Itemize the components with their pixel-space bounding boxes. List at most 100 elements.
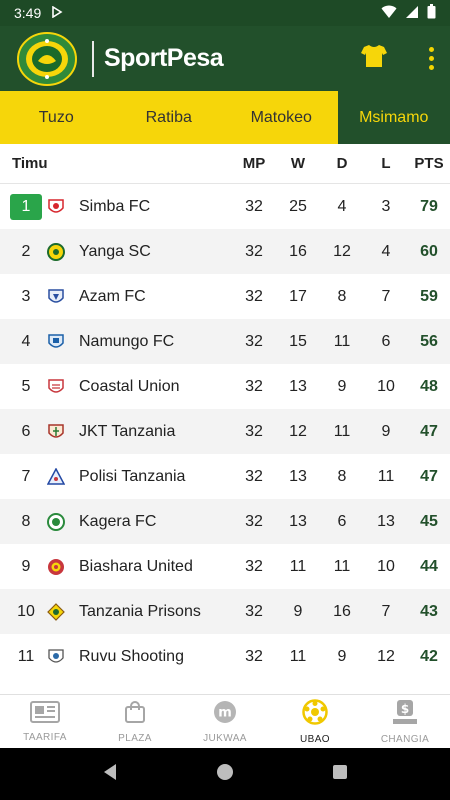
cell-l: 12	[377, 647, 395, 665]
nav-jukwaa[interactable]: m JUKWAA	[180, 695, 270, 748]
nav-changia[interactable]: $ CHANGIA	[360, 695, 450, 748]
team-name: Coastal Union	[79, 377, 180, 395]
team-logo-icon	[47, 557, 65, 577]
tab-tuzo[interactable]: Tuzo	[0, 91, 113, 144]
table-row[interactable]: 9 Biashara United 32 11 11 10 44	[0, 544, 450, 589]
nav-plaza[interactable]: PLAZA	[90, 695, 180, 748]
cell-mp: 32	[245, 332, 263, 350]
team-logo-icon	[47, 647, 65, 667]
cell-d: 8	[337, 287, 347, 305]
table-row[interactable]: 3 Azam FC 32 17 8 7 59	[0, 274, 450, 319]
nav-ubao[interactable]: UBAO	[270, 695, 360, 748]
table-row[interactable]: 4 Namungo FC 32 15 11 6 56	[0, 319, 450, 364]
nav-taarifa[interactable]: TAARIFA	[0, 695, 90, 748]
cell-pts: 45	[420, 512, 438, 530]
team-name: Azam FC	[79, 287, 146, 305]
tab-bar: Tuzo Ratiba Matokeo Msimamo	[0, 91, 450, 144]
jersey-icon[interactable]	[361, 44, 387, 73]
cell-pts: 47	[420, 422, 438, 440]
team-name: Namungo FC	[79, 332, 175, 350]
tab-matokeo[interactable]: Matokeo	[225, 91, 338, 144]
table-row[interactable]: 10 Tanzania Prisons 32 9 16 7 43	[0, 589, 450, 634]
svg-text:m: m	[218, 705, 232, 720]
nav-label: PLAZA	[118, 732, 152, 744]
position-badge: 8	[21, 512, 31, 530]
nav-label: UBAO	[300, 733, 330, 745]
col-d-header: D	[336, 155, 348, 172]
team-name: Simba FC	[79, 197, 151, 215]
tab-msimamo[interactable]: Msimamo	[337, 91, 450, 144]
header-divider	[92, 40, 94, 77]
team-name: JKT Tanzania	[79, 422, 176, 440]
cell-w: 12	[289, 422, 307, 440]
table-row[interactable]: 1 Simba FC 32 25 4 3 79	[0, 184, 450, 229]
cell-mp: 32	[245, 512, 263, 530]
position-badge: 9	[21, 557, 31, 575]
cell-pts: 48	[420, 377, 438, 395]
cell-mp: 32	[245, 647, 263, 665]
standings-table: 1 Simba FC 32 25 4 3 79 2 Yanga SC 32 16…	[0, 184, 450, 679]
cell-l: 10	[377, 557, 395, 575]
status-time: 3:49	[14, 5, 42, 21]
cell-d: 8	[337, 467, 347, 485]
cell-pts: 43	[420, 602, 438, 620]
newspaper-icon	[30, 700, 60, 728]
home-icon[interactable]	[216, 763, 234, 786]
team-logo-icon	[47, 377, 65, 397]
recents-icon[interactable]	[332, 764, 348, 785]
cell-pts: 59	[420, 287, 438, 305]
cell-mp: 32	[245, 422, 263, 440]
donate-icon: $	[392, 699, 418, 730]
cell-mp: 32	[245, 467, 263, 485]
table-row[interactable]: 5 Coastal Union 32 13 9 10 48	[0, 364, 450, 409]
shopping-bag-icon	[123, 700, 147, 729]
cell-d: 11	[333, 332, 351, 350]
nav-label: TAARIFA	[23, 731, 67, 743]
cell-l: 4	[381, 242, 391, 260]
cell-l: 13	[377, 512, 395, 530]
cell-mp: 32	[245, 557, 263, 575]
cell-pts: 79	[420, 197, 438, 215]
col-pts-header: PTS	[414, 155, 444, 172]
table-row[interactable]: 11 Ruvu Shooting 32 11 9 12 42	[0, 634, 450, 679]
table-row[interactable]: 2 Yanga SC 32 16 12 4 60	[0, 229, 450, 274]
position-badge: 1	[10, 193, 42, 220]
cell-l: 6	[381, 332, 391, 350]
back-icon[interactable]	[102, 763, 118, 786]
cell-mp: 32	[245, 377, 263, 395]
cell-l: 9	[381, 422, 391, 440]
table-row[interactable]: 6 JKT Tanzania 32 12 11 9 47	[0, 409, 450, 454]
team-logo-icon	[47, 467, 65, 487]
overflow-menu-icon[interactable]	[429, 47, 434, 70]
cell-w: 16	[289, 242, 307, 260]
cell-l: 11	[377, 467, 395, 485]
status-bar: 3:49	[0, 0, 450, 26]
table-row[interactable]: 8 Kagera FC 32 13 6 13 45	[0, 499, 450, 544]
team-name: Polisi Tanzania	[79, 467, 186, 485]
nav-label: JUKWAA	[203, 732, 247, 744]
tab-ratiba[interactable]: Ratiba	[113, 91, 226, 144]
cell-d: 6	[337, 512, 347, 530]
team-logo-icon	[47, 197, 65, 217]
cell-l: 7	[381, 602, 391, 620]
cell-w: 11	[289, 557, 307, 575]
cell-l: 3	[381, 197, 391, 215]
cell-w: 9	[293, 602, 303, 620]
table-row[interactable]: 7 Polisi Tanzania 32 13 8 11 47	[0, 454, 450, 499]
cell-d: 11	[333, 422, 351, 440]
cell-w: 13	[289, 512, 307, 530]
cell-d: 4	[337, 197, 347, 215]
cell-d: 9	[337, 647, 347, 665]
cell-w: 15	[289, 332, 307, 350]
cell-mp: 32	[245, 287, 263, 305]
svg-text:$: $	[401, 702, 409, 716]
position-badge: 6	[21, 422, 31, 440]
cell-pts: 56	[420, 332, 438, 350]
cell-pts: 47	[420, 467, 438, 485]
team-logo-icon	[47, 332, 65, 352]
position-badge: 5	[21, 377, 31, 395]
position-badge: 11	[17, 647, 35, 665]
cell-mp: 32	[245, 602, 263, 620]
notification-triangle-icon	[51, 5, 63, 21]
battery-icon	[427, 4, 436, 22]
